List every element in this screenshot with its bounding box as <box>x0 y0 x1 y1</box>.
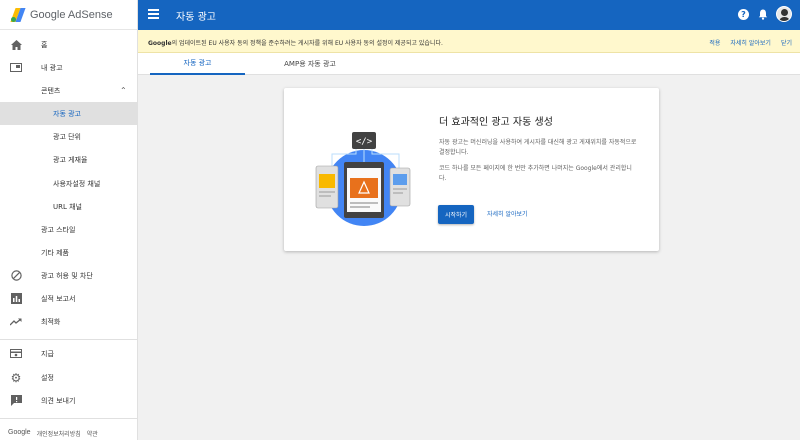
sidebar-item-ad-units[interactable]: 광고 단위 <box>0 125 137 148</box>
sidebar-item-label: 실적 보고서 <box>41 294 76 303</box>
payment-icon <box>10 348 22 360</box>
eu-consent-banner: Google의 업데이트된 EU 사용자 동의 정책을 준수하려는 게시자를 위… <box>138 30 800 53</box>
page-title: 자동 광고 <box>176 11 216 23</box>
sidebar-item-label: 내 광고 <box>41 63 63 72</box>
sidebar-item-label: 지급 <box>41 349 54 358</box>
sidebar-item-content[interactable]: 콘텐츠 ⌃ <box>0 79 137 102</box>
card-title: 더 효과적인 광고 자동 생성 <box>439 117 553 128</box>
sidebar-item-label: 자동 광고 <box>53 109 81 118</box>
banner-close-button[interactable]: 닫기 <box>781 38 792 47</box>
sidebar-item-label: 설정 <box>41 373 54 382</box>
top-actions: ? <box>738 6 792 22</box>
banner-message-bold: Google <box>148 40 172 47</box>
trending-icon <box>10 316 22 328</box>
sidebar-item-label: 기타 제품 <box>41 248 69 257</box>
auto-ads-intro-card: </> 더 효과적인 광고 자동 생성 자동 광고는 머신러닝을 사용하여 게시… <box>284 88 659 251</box>
sidebar-item-allow-block[interactable]: 광고 허용 및 차단 <box>0 264 137 287</box>
tab-bar: 자동 광고 AMP용 자동 광고 <box>138 53 800 75</box>
sidebar-item-custom-channels[interactable]: 사용자설정 채널 <box>0 172 137 195</box>
sidebar-item-other-products[interactable]: 기타 제품 <box>0 241 137 264</box>
sidebar-item-reports[interactable]: 실적 보고서 <box>0 287 137 310</box>
ad-icon <box>10 62 22 74</box>
sidebar-item-label: 콘텐츠 <box>41 86 61 95</box>
banner-message: Google의 업데이트된 EU 사용자 동의 정책을 준수하려는 게시자를 위… <box>148 38 443 47</box>
banner-actions: 적용 자세히 알아보기 닫기 <box>709 38 792 47</box>
sidebar-item-label: URL 채널 <box>53 202 82 211</box>
logo-text: Google AdSense <box>30 8 113 21</box>
sidebar-item-payments[interactable]: 지급 <box>0 342 137 365</box>
auto-ads-illustration: </> <box>315 132 411 226</box>
banner-apply-button[interactable]: 적용 <box>709 38 720 47</box>
terms-link[interactable]: 약관 <box>87 429 98 438</box>
sidebar-item-home[interactable]: 홈 <box>0 33 137 56</box>
sidebar-item-url-channels[interactable]: URL 채널 <box>0 195 137 218</box>
chevron-up-icon: ⌃ <box>120 86 127 95</box>
sidebar-item-ad-serving[interactable]: 광고 게재율 <box>0 148 137 171</box>
adsense-logo[interactable]: Google AdSense <box>0 0 137 30</box>
help-icon[interactable]: ? <box>738 8 749 20</box>
banner-learn-more-link[interactable]: 자세히 알아보기 <box>730 38 771 47</box>
adsense-logo-icon <box>10 7 26 22</box>
home-icon <box>10 39 22 51</box>
menu-icon[interactable] <box>148 9 159 19</box>
sidebar-item-label: 광고 스타일 <box>41 225 76 234</box>
sidebar-item-my-ads[interactable]: 내 광고 <box>0 56 137 79</box>
tab-amp-auto-ads[interactable]: AMP용 자동 광고 <box>260 53 360 75</box>
privacy-link[interactable]: 개인정보처리방침 <box>37 429 81 438</box>
sidebar-item-ad-style[interactable]: 광고 스타일 <box>0 218 137 241</box>
sidebar-item-label: 최적화 <box>41 317 61 326</box>
sidebar-item-label: 광고 허용 및 차단 <box>41 271 93 280</box>
sidebar-divider <box>0 418 137 419</box>
sidebar-item-label: 의견 보내기 <box>41 396 76 405</box>
gear-icon: ⚙ <box>10 370 22 385</box>
feedback-icon <box>10 395 22 407</box>
report-icon <box>10 293 22 305</box>
learn-more-link[interactable]: 자세히 알아보기 <box>487 209 528 218</box>
block-icon <box>10 270 22 282</box>
card-description-ml: 자동 광고는 머신러닝을 사용하여 게시자를 대신해 광고 게재위치를 자동적으… <box>439 139 637 156</box>
notifications-bell-icon[interactable] <box>757 9 768 20</box>
google-footer-logo: Google <box>8 429 31 436</box>
banner-message-text: 의 업데이트된 EU 사용자 동의 정책을 준수하려는 게시자를 위해 EU 사… <box>171 40 443 47</box>
top-app-bar: 자동 광고 ? <box>138 0 800 30</box>
sidebar-divider <box>0 339 137 340</box>
sidebar-footer: Google 개인정보처리방침 약관 <box>8 429 98 438</box>
card-description-code: 코드 하나를 모든 페이지에 한 번만 추가하면 나머지는 Google에서 관… <box>439 165 632 182</box>
sidebar-item-label: 광고 단위 <box>53 132 81 141</box>
avatar[interactable] <box>776 6 792 22</box>
sidebar-item-auto-ads[interactable]: 자동 광고 <box>0 102 137 125</box>
tab-auto-ads[interactable]: 자동 광고 <box>150 53 245 75</box>
svg-text:</>: </> <box>356 137 373 147</box>
sidebar: Google AdSense 홈 내 광고 콘텐츠 ⌃ 자동 광고 광고 단위 … <box>0 0 138 440</box>
sidebar-item-label: 광고 게재율 <box>53 155 88 164</box>
sidebar-item-feedback[interactable]: 의견 보내기 <box>0 389 137 412</box>
sidebar-item-settings[interactable]: ⚙ 설정 <box>0 366 137 389</box>
sidebar-item-label: 사용자설정 채널 <box>53 179 101 188</box>
sidebar-item-optimization[interactable]: 최적화 <box>0 310 137 333</box>
sidebar-item-label: 홈 <box>41 40 48 49</box>
get-started-button[interactable]: 시작하기 <box>438 205 474 224</box>
